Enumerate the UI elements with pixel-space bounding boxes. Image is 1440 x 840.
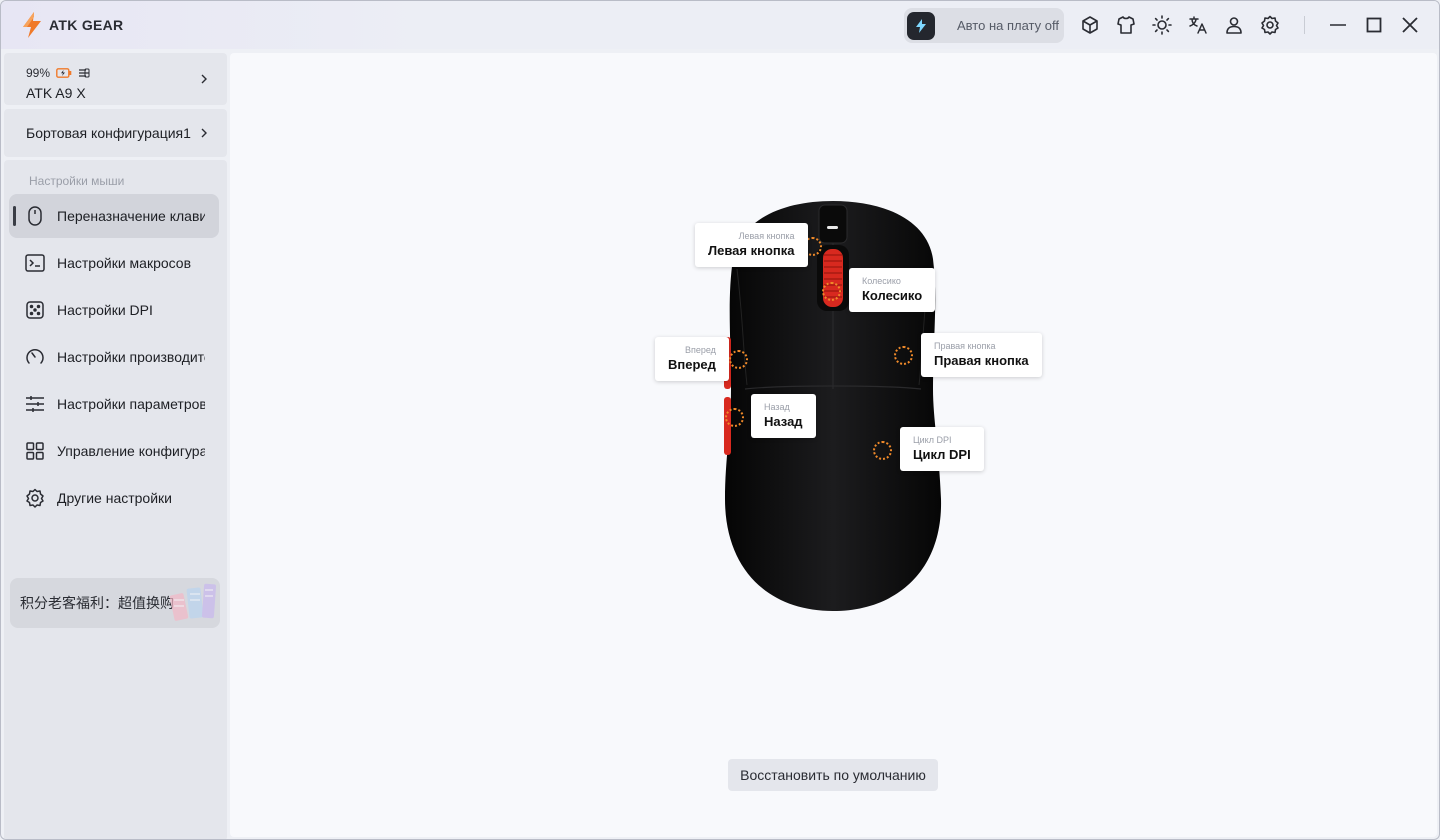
callout-wheel[interactable]: Колесико Колесико: [849, 268, 936, 312]
main-panel: Левая кнопка Левая кнопка Колесико Колес…: [230, 53, 1437, 837]
sidebar-item-other-settings[interactable]: Другие настройки: [9, 476, 219, 520]
callout-value: Назад: [764, 414, 803, 429]
grid-icon: [24, 440, 46, 462]
mouse-icon: [24, 205, 46, 227]
sidebar-item-macros[interactable]: Настройки макросов: [9, 241, 219, 285]
callout-forward[interactable]: Вперед Вперед: [655, 337, 729, 381]
callout-value: Левая кнопка: [708, 243, 795, 258]
device-card[interactable]: 99% ATK A9 X: [4, 53, 227, 105]
callout-value: Вперед: [668, 357, 716, 372]
onboard-config-selector[interactable]: Бортовая конфигурация1: [4, 109, 227, 157]
promo-banner[interactable]: 积分老客福利：超值换购: [10, 578, 220, 628]
promo-text: 积分老客福利：超值换购: [20, 595, 174, 611]
dice-icon: [24, 299, 46, 321]
callout-caption: Колесико: [862, 276, 901, 286]
auto-onboard-toggle[interactable]: Авто на плату off: [904, 8, 1064, 43]
sidebar-item-label: Управление конфигурациями: [57, 443, 205, 459]
battery-level: 99%: [26, 66, 51, 80]
callout-value: Правая кнопка: [934, 353, 1029, 368]
wireless-receiver-icon: [79, 68, 90, 78]
callout-value: Цикл DPI: [913, 447, 971, 462]
app-window: ATK GEAR Авто на плату off 99% ATK A9 X …: [0, 0, 1440, 840]
keycaps-illustration: [169, 583, 217, 621]
sliders-icon: [24, 393, 46, 415]
hotspot-right-button[interactable]: [894, 346, 913, 365]
sidebar: 99% ATK A9 X Бортовая конфигурация1 Наст…: [1, 49, 229, 839]
battery-charging-icon: [56, 68, 72, 78]
sun-icon[interactable]: [1150, 13, 1174, 37]
gear-icon: [24, 487, 46, 509]
hotspot-forward[interactable]: [729, 350, 748, 369]
callout-caption: Правая кнопка: [934, 341, 996, 351]
lightning-icon: [907, 11, 935, 40]
title-bar: ATK GEAR Авто на плату off: [1, 1, 1439, 49]
gauge-icon: [24, 346, 46, 368]
maximize-icon[interactable]: [1362, 13, 1386, 37]
menu-section-header: Настройки мыши: [29, 174, 125, 188]
active-indicator: [13, 206, 16, 226]
callout-value: Колесико: [862, 288, 923, 303]
sidebar-item-label: Переназначение клавиш: [57, 208, 205, 224]
callout-dpi-cycle[interactable]: Цикл DPI Цикл DPI: [900, 427, 984, 471]
shirt-icon[interactable]: [1114, 13, 1138, 37]
sidebar-item-label: Настройки параметров: [57, 396, 205, 412]
logo-text: ATK GEAR: [49, 17, 124, 33]
config-label: Бортовая конфигурация1: [26, 125, 191, 141]
callout-left-button[interactable]: Левая кнопка Левая кнопка: [695, 223, 808, 267]
sidebar-item-label: Другие настройки: [57, 490, 172, 506]
sidebar-item-label: Настройки макросов: [57, 255, 192, 271]
sidebar-item-label: Настройки производительности: [57, 349, 205, 365]
hotspot-wheel[interactable]: [822, 282, 841, 301]
sidebar-item-dpi[interactable]: Настройки DPI: [9, 288, 219, 332]
close-icon[interactable]: [1398, 13, 1422, 37]
callout-right-button[interactable]: Правая кнопка Правая кнопка: [921, 333, 1042, 377]
chevron-right-icon: [199, 74, 209, 84]
sidebar-item-performance[interactable]: Настройки производительности: [9, 335, 219, 379]
translate-icon[interactable]: [1186, 13, 1210, 37]
sidebar-item-key-remap[interactable]: Переназначение клавиш: [9, 194, 219, 238]
terminal-icon: [24, 252, 46, 274]
sidebar-item-config-management[interactable]: Управление конфигурациями: [9, 429, 219, 473]
user-icon[interactable]: [1222, 13, 1246, 37]
device-status: 99%: [26, 66, 90, 80]
titlebar-separator: [1304, 16, 1305, 34]
callout-caption: Назад: [764, 402, 790, 412]
callout-back[interactable]: Назад Назад: [751, 394, 816, 438]
minimize-icon[interactable]: [1326, 13, 1350, 37]
hotspot-dpi-cycle[interactable]: [873, 441, 892, 460]
auto-onboard-label: Авто на плату off: [957, 18, 1059, 33]
callout-caption: Вперед: [684, 345, 716, 355]
chevron-right-icon: [199, 128, 209, 138]
app-logo: ATK GEAR: [19, 11, 123, 39]
callout-caption: Левая кнопка: [738, 231, 795, 241]
gear-icon[interactable]: [1258, 13, 1282, 37]
settings-menu: Настройки мыши Переназначение клавиш Нас…: [4, 160, 227, 839]
hotspot-back[interactable]: [725, 408, 744, 427]
sidebar-item-parameters[interactable]: Настройки параметров: [9, 382, 219, 426]
sidebar-item-label: Настройки DPI: [57, 302, 153, 318]
reset-defaults-button[interactable]: Восстановить по умолчанию: [728, 759, 938, 791]
bolt-logo-icon: [23, 12, 41, 38]
device-name: ATK A9 X: [26, 85, 86, 101]
cube-icon[interactable]: [1078, 13, 1102, 37]
callout-caption: Цикл DPI: [913, 435, 952, 445]
